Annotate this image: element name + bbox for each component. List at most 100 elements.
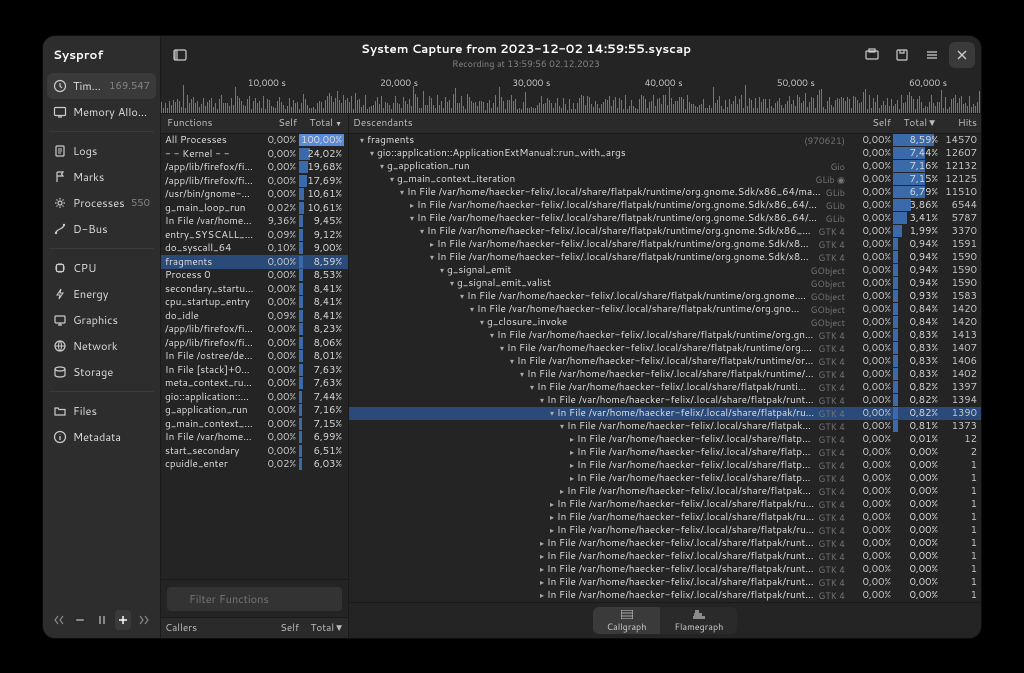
functions-list[interactable]: All Processes 0,00% 100,00%- - Kernel - … [161, 134, 348, 579]
descendant-row[interactable]: ▾ g_closure_invoke GObject 0,00% 0,84% 1… [349, 316, 981, 329]
expand-arrow-icon[interactable]: ▸ [537, 537, 547, 549]
descendant-row[interactable]: ▾ In File /var/home/haecker-felix/.local… [349, 420, 981, 433]
callers-label[interactable]: Callers [165, 621, 259, 635]
descendant-row[interactable]: ▾ fragments (970621) 0,00% 8,59% 14570 [349, 134, 981, 147]
function-row[interactable]: gio::application::Appl 0,00% 7,44% [161, 390, 348, 404]
sidebar-item-metadata[interactable]: Metadata [47, 424, 156, 450]
expand-arrow-icon[interactable]: ▾ [407, 212, 417, 224]
function-row[interactable]: secondary_startup_6 0,00% 8,41% [161, 282, 348, 296]
expand-arrow-icon[interactable]: ▾ [527, 381, 537, 393]
expand-arrow-icon[interactable]: ▸ [537, 550, 547, 562]
sidebar-item-time-profiler[interactable]: Time Profiler 169.547 [47, 73, 156, 99]
expand-arrow-icon[interactable]: ▾ [507, 355, 517, 367]
descendant-row[interactable]: ▸ In File /var/home/haecker-felix/.local… [349, 472, 981, 485]
sidebar-toggle-button[interactable] [167, 42, 193, 68]
col-self[interactable]: Self [259, 116, 299, 130]
save-button[interactable] [889, 42, 915, 68]
function-row[interactable]: fragments 0,00% 8,59% [161, 255, 348, 269]
expand-arrow-icon[interactable]: ▾ [377, 160, 387, 172]
expand-arrow-icon[interactable]: ▾ [537, 394, 547, 406]
expand-arrow-icon[interactable]: ▸ [427, 238, 437, 250]
descendant-row[interactable]: ▾ gio::application::ApplicationExtManual… [349, 147, 981, 160]
descendant-row[interactable]: ▾ In File /var/home/haecker-felix/.local… [349, 368, 981, 381]
expand-arrow-icon[interactable]: ▸ [547, 498, 557, 510]
expand-arrow-icon[interactable]: ▾ [367, 147, 377, 159]
sidebar-item-graphics[interactable]: Graphics [47, 307, 156, 333]
descendant-row[interactable]: ▾ In File /var/home/haecker-felix/.local… [349, 251, 981, 264]
expand-arrow-icon[interactable]: ▾ [457, 290, 467, 302]
function-row[interactable]: /app/lib/firefox/firefo 0,00% 17,69% [161, 174, 348, 188]
col-total[interactable]: Total▼ [299, 116, 344, 130]
descendant-row[interactable]: ▸ In File /var/home/haecker-felix/.local… [349, 576, 981, 589]
descendant-row[interactable]: ▸ In File /var/home/haecker-felix/.local… [349, 199, 981, 212]
sidebar-item-files[interactable]: Files [47, 398, 156, 424]
sidebar-item-energy[interactable]: Energy [47, 281, 156, 307]
sidebar-item-network[interactable]: Network [47, 333, 156, 359]
function-row[interactable]: - - Kernel - - 0,00% 24,02% [161, 147, 348, 161]
sidebar-item-processes[interactable]: Processes 550 [47, 190, 156, 216]
descendant-row[interactable]: ▾ In File /var/home/haecker-felix/.local… [349, 407, 981, 420]
descendant-row[interactable]: ▸ In File /var/home/haecker-felix/.local… [349, 485, 981, 498]
function-row[interactable]: meta_context_run_m 0,00% 7,63% [161, 377, 348, 391]
descendant-row[interactable]: ▾ In File /var/home/haecker-felix/.local… [349, 381, 981, 394]
descendant-row[interactable]: ▾ g_main_context_iteration GLib ◉ 0,00% … [349, 173, 981, 186]
function-row[interactable]: In File /var/home/hae 9,36% 9,45% [161, 215, 348, 229]
flamegraph-tab[interactable]: Flamegraph [660, 607, 737, 634]
function-row[interactable]: In File /var/home/hae 0,00% 6,99% [161, 431, 348, 445]
function-row[interactable]: In File /ostree/deploy 0,00% 8,01% [161, 350, 348, 364]
descendant-row[interactable]: ▸ In File /var/home/haecker-felix/.local… [349, 537, 981, 550]
descendant-row[interactable]: ▾ In File /var/home/haecker-felix/.local… [349, 329, 981, 342]
descendant-row[interactable]: ▸ In File /var/home/haecker-felix/.local… [349, 563, 981, 576]
screenshot-button[interactable] [859, 42, 885, 68]
add-button[interactable] [115, 610, 130, 630]
expand-arrow-icon[interactable]: ▸ [557, 485, 567, 497]
expand-arrow-icon[interactable]: ▾ [547, 407, 557, 419]
callgraph-tab[interactable]: Callgraph [593, 607, 661, 634]
descendants-list[interactable]: ▾ fragments (970621) 0,00% 8,59% 14570 ▾… [349, 134, 981, 602]
expand-arrow-icon[interactable]: ▾ [417, 225, 427, 237]
function-row[interactable]: do_syscall_64 0,10% 9,00% [161, 242, 348, 256]
descendant-row[interactable]: ▸ In File /var/home/haecker-felix/.local… [349, 459, 981, 472]
descendant-row[interactable]: ▸ In File /var/home/haecker-felix/.local… [349, 589, 981, 602]
function-row[interactable]: All Processes 0,00% 100,00% [161, 134, 348, 148]
descendant-row[interactable]: ▸ In File /var/home/haecker-felix/.local… [349, 433, 981, 446]
function-row[interactable]: /app/lib/firefox/firefo 0,00% 8,06% [161, 336, 348, 350]
remove-button[interactable] [72, 610, 87, 630]
function-row[interactable]: entry_SYSCALL_64_a 0,09% 9,12% [161, 228, 348, 242]
expand-arrow-icon[interactable]: ▾ [397, 186, 407, 198]
expand-arrow-icon[interactable]: ▾ [557, 420, 567, 432]
function-row[interactable]: /usr/bin/gnome-shell 0,00% 10,61% [161, 188, 348, 202]
descendant-row[interactable]: ▾ g_signal_emit_valist GObject 0,00% 0,9… [349, 277, 981, 290]
expand-arrow-icon[interactable]: ▾ [467, 303, 477, 315]
expand-arrow-icon[interactable]: ▾ [387, 173, 397, 185]
pause-button[interactable] [94, 610, 109, 630]
col-descendants[interactable]: Descendants [353, 116, 849, 130]
expand-arrow-icon[interactable]: ▾ [517, 368, 527, 380]
expand-arrow-icon[interactable]: ▸ [537, 589, 547, 601]
function-row[interactable]: do_idle 0,09% 8,41% [161, 309, 348, 323]
descendant-row[interactable]: ▸ In File /var/home/haecker-felix/.local… [349, 238, 981, 251]
function-row[interactable]: cpu_startup_entry 0,00% 8,41% [161, 296, 348, 310]
col-functions[interactable]: Functions [165, 116, 259, 130]
descendant-row[interactable]: ▸ In File /var/home/haecker-felix/.local… [349, 550, 981, 563]
sidebar-item-cpu[interactable]: CPU [47, 255, 156, 281]
descendant-row[interactable]: ▾ In File /var/home/haecker-felix/.local… [349, 303, 981, 316]
descendant-row[interactable]: ▸ In File /var/home/haecker-felix/.local… [349, 511, 981, 524]
expand-arrow-icon[interactable]: ▸ [407, 199, 417, 211]
function-row[interactable]: cpuidle_enter 0,02% 6,03% [161, 458, 348, 472]
descendant-row[interactable]: ▾ g_application_run Gio 0,00% 7,16% 1213… [349, 160, 981, 173]
function-row[interactable]: g_main_loop_run 0,02% 10,61% [161, 201, 348, 215]
expand-arrow-icon[interactable]: ▾ [427, 251, 437, 263]
descendant-row[interactable]: ▾ In File /var/home/haecker-felix/.local… [349, 290, 981, 303]
function-row[interactable]: start_secondary 0,00% 6,51% [161, 444, 348, 458]
descendant-row[interactable]: ▾ In File /var/home/haecker-felix/.local… [349, 355, 981, 368]
function-row[interactable]: /app/lib/firefox/firefo 0,00% 19,68% [161, 161, 348, 175]
function-row[interactable]: In File [stack]+0x4b1 0,00% 7,63% [161, 363, 348, 377]
expand-arrow-icon[interactable]: ▾ [497, 342, 507, 354]
filter-functions-input[interactable] [167, 587, 342, 611]
sidebar-item-marks[interactable]: Marks [47, 164, 156, 190]
function-row[interactable]: g_application_run 0,00% 7,16% [161, 404, 348, 418]
sidebar-item-memory-allocations[interactable]: Memory Allocations [47, 99, 156, 125]
function-row[interactable]: /app/lib/firefox/firefo 0,00% 8,23% [161, 323, 348, 337]
expand-arrow-icon[interactable]: ▸ [567, 433, 577, 445]
